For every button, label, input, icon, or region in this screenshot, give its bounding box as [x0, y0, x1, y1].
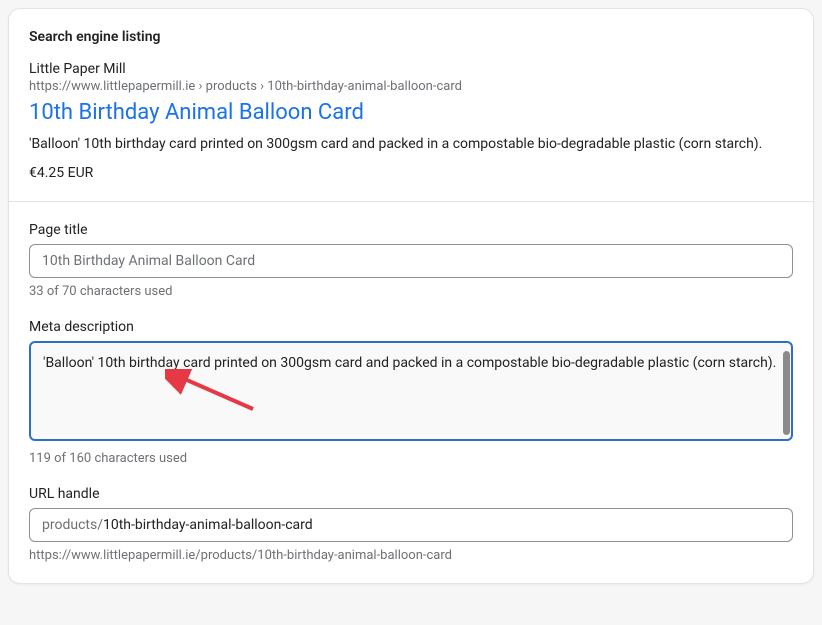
- page-title-helper: 33 of 70 characters used: [29, 284, 793, 299]
- preview-description: 'Balloon' 10th birthday card printed on …: [29, 135, 793, 155]
- meta-description-field: Meta description 'Balloon' 10th birthday…: [29, 319, 793, 466]
- page-title-input[interactable]: [29, 244, 793, 278]
- page-title-field: Page title 33 of 70 characters used: [29, 222, 793, 299]
- section-title: Search engine listing: [29, 29, 793, 45]
- preview-page-title: 10th Birthday Animal Balloon Card: [29, 100, 793, 125]
- url-handle-prefix: products/: [42, 517, 103, 533]
- preview-breadcrumb: https://www.littlepapermill.ie › product…: [29, 79, 793, 94]
- meta-description-wrap: 'Balloon' 10th birthday card printed on …: [29, 341, 793, 445]
- url-handle-label: URL handle: [29, 486, 793, 502]
- seo-settings-card: Search engine listing Little Paper Mill …: [8, 8, 814, 584]
- meta-description-helper: 119 of 160 characters used: [29, 451, 793, 466]
- preview-site-name: Little Paper Mill: [29, 61, 793, 77]
- meta-description-input[interactable]: 'Balloon' 10th birthday card printed on …: [29, 341, 793, 441]
- url-handle-input-wrap[interactable]: products/: [29, 508, 793, 542]
- url-handle-helper: https://www.littlepapermill.ie/products/…: [29, 548, 793, 563]
- preview-price: €4.25 EUR: [29, 165, 793, 181]
- url-handle-input[interactable]: [103, 517, 780, 533]
- meta-description-label: Meta description: [29, 319, 793, 335]
- scrollbar[interactable]: [783, 351, 790, 435]
- url-handle-field: URL handle products/ https://www.littlep…: [29, 486, 793, 563]
- seo-preview-section: Search engine listing Little Paper Mill …: [9, 9, 813, 201]
- page-title-label: Page title: [29, 222, 793, 238]
- seo-form-section: Page title 33 of 70 characters used Meta…: [9, 202, 813, 583]
